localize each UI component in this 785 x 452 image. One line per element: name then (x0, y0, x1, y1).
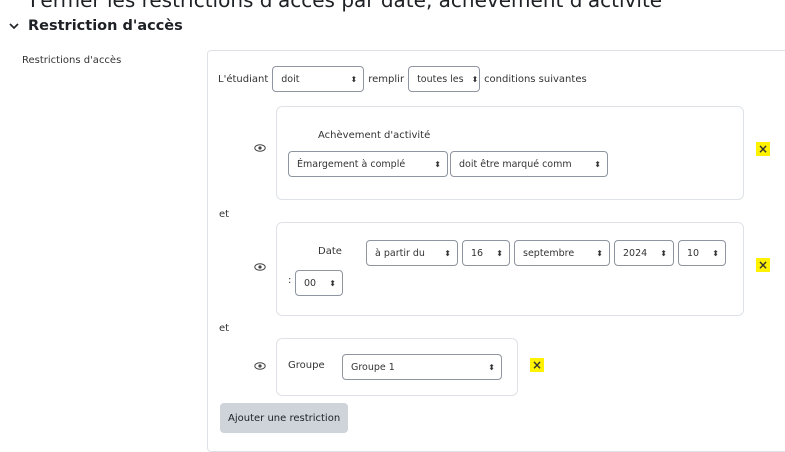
select-caret-icon: ⬍ (496, 248, 503, 258)
minute-separator: : (288, 275, 292, 286)
select-caret-icon: ⬍ (712, 248, 719, 258)
eye-icon[interactable] (254, 142, 266, 154)
intro-row: L'étudiant doit ⬍ remplir toutes les ⬍ c… (218, 66, 587, 92)
delete-condition-date-icon[interactable]: × (756, 258, 770, 272)
select-caret-icon: ⬍ (444, 248, 451, 258)
select-caret-icon: ⬍ (596, 248, 603, 258)
minute-select[interactable]: 00 ⬍ (295, 270, 343, 296)
condition-date-title: Date (318, 246, 342, 257)
activity-select[interactable]: Émargement à complé ⬍ (288, 151, 448, 177)
condition-activity-title: Achèvement d'activité (318, 130, 431, 141)
section-title: Restriction d'accès (28, 18, 183, 34)
hour-select[interactable]: 10 ⬍ (678, 240, 726, 266)
section-header[interactable]: Restriction d'accès (8, 18, 183, 34)
select-caret-icon: ⬍ (471, 74, 479, 84)
add-restriction-button[interactable]: Ajouter une restriction (220, 403, 349, 433)
select-caret-icon: ⬍ (350, 74, 358, 84)
select-caret-icon: ⬍ (434, 159, 441, 169)
conditions-label: conditions suivantes (484, 73, 587, 85)
delete-condition-activity-icon[interactable]: × (756, 142, 770, 156)
eye-icon[interactable] (254, 261, 266, 273)
condition-group-title: Groupe (288, 360, 325, 371)
student-label: L'étudiant (218, 73, 269, 85)
condition-date-box (276, 222, 744, 316)
must-select[interactable]: doit ⬍ (272, 66, 365, 92)
date-direction-select[interactable]: à partir du ⬍ (366, 240, 458, 266)
select-caret-icon: ⬍ (488, 362, 495, 372)
completion-state-select[interactable]: doit être marqué comm ⬍ (450, 151, 608, 177)
chevron-down-icon (9, 23, 19, 30)
month-select[interactable]: septembre ⬍ (514, 240, 610, 266)
select-caret-icon: ⬍ (594, 159, 601, 169)
eye-icon[interactable] (254, 360, 266, 372)
clipped-page-heading: Fermer les restrictions d'accès par date… (30, 0, 663, 12)
select-caret-icon: ⬍ (329, 278, 336, 288)
connector-et: et (219, 209, 230, 220)
group-select[interactable]: Groupe 1 ⬍ (342, 354, 502, 380)
field-label: Restrictions d'accès (22, 55, 122, 66)
delete-condition-group-icon[interactable]: × (530, 358, 544, 372)
year-select[interactable]: 2024 ⬍ (614, 240, 674, 266)
select-caret-icon: ⬍ (660, 248, 667, 258)
connector-et: et (219, 323, 230, 334)
all-select[interactable]: toutes les ⬍ (408, 66, 481, 92)
day-select[interactable]: 16 ⬍ (462, 240, 510, 266)
fulfill-label: remplir (368, 73, 405, 85)
